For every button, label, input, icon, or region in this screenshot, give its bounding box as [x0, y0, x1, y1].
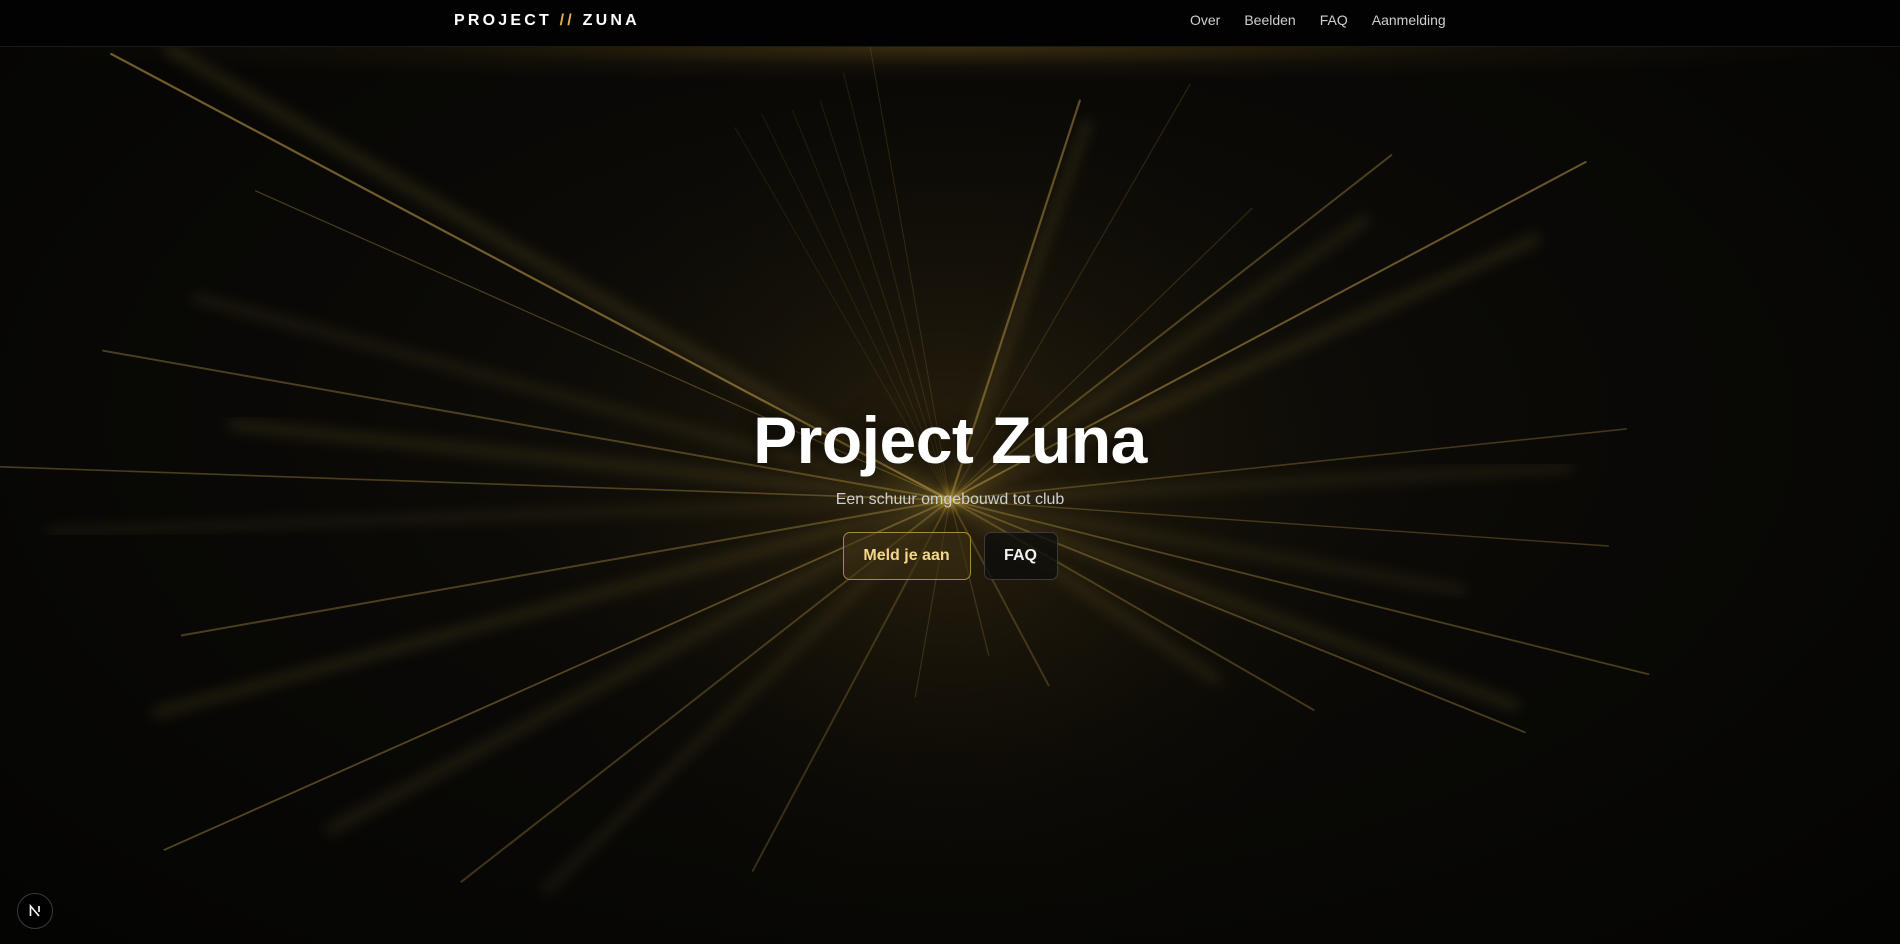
nav-link-beelden[interactable]: Beelden: [1244, 12, 1295, 28]
nav-link-faq[interactable]: FAQ: [1320, 12, 1348, 28]
faq-button[interactable]: FAQ: [983, 532, 1058, 580]
hero-subtitle: Een schuur omgebouwd tot club: [835, 491, 1065, 508]
nav-menu: Over Beelden FAQ Aanmelding: [1190, 12, 1446, 28]
nextjs-logo-icon: [29, 903, 40, 917]
brand-suffix: ZUNA: [582, 12, 640, 29]
signup-button[interactable]: Meld je aan: [842, 532, 971, 580]
hero-cta-group: Meld je aan FAQ: [0, 532, 1900, 580]
nav-link-over[interactable]: Over: [1190, 12, 1220, 28]
brand-separator: //: [559, 12, 575, 29]
navbar-glow: [0, 47, 1900, 81]
navbar: PROJECT // ZUNA Over Beelden FAQ Aanmeld…: [0, 0, 1900, 47]
page: PROJECT // ZUNA Over Beelden FAQ Aanmeld…: [0, 0, 1900, 944]
hero-section: Project Zuna Een schuur omgebouwd tot cl…: [0, 400, 1900, 580]
brand-logo[interactable]: PROJECT // ZUNA: [454, 12, 640, 30]
nav-link-aanmelding[interactable]: Aanmelding: [1372, 12, 1446, 28]
nextjs-dev-badge[interactable]: [17, 893, 53, 929]
brand-prefix: PROJECT: [454, 12, 552, 29]
hero-title: Project Zuna: [753, 403, 1147, 477]
